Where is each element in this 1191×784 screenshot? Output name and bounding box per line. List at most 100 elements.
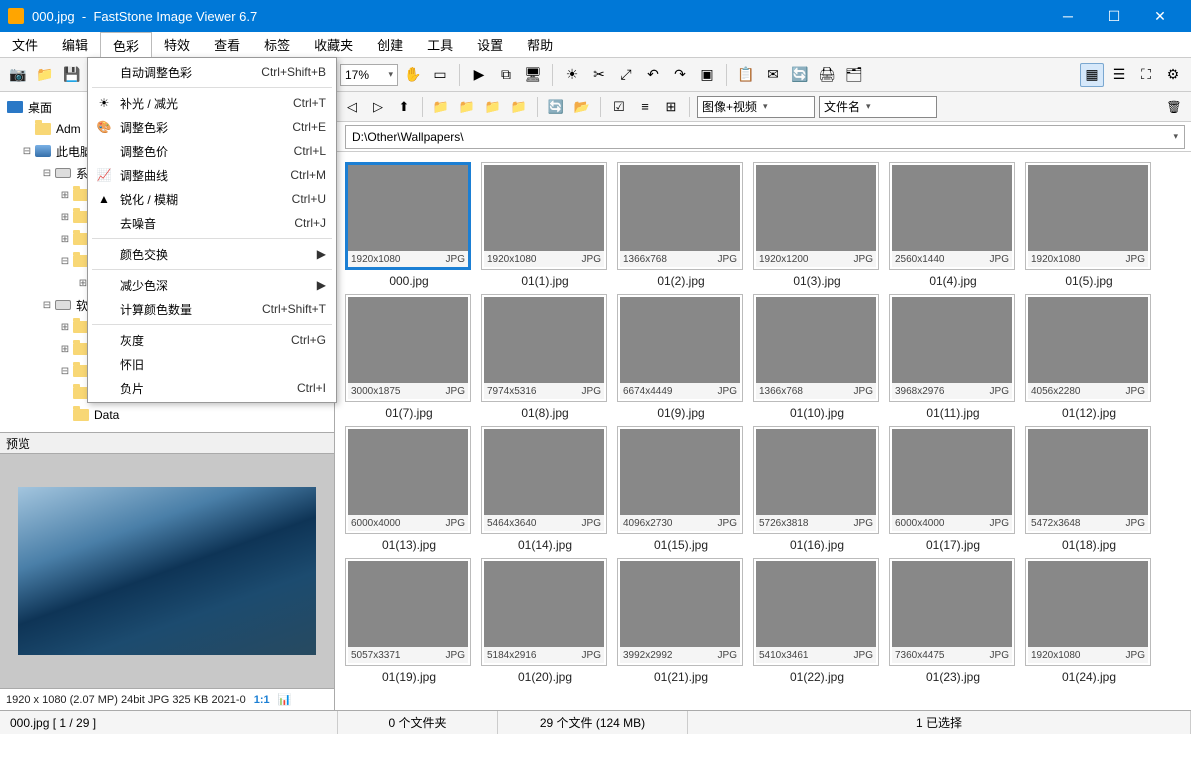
thumbnail[interactable]: 1920x1080JPG01(5).jpg <box>1025 162 1153 288</box>
email-icon[interactable]: ✉ <box>761 63 785 87</box>
view-thumbnails-icon[interactable]: ▦ <box>1080 63 1104 87</box>
thumbnail[interactable]: 5184x2916JPG01(20).jpg <box>481 558 609 684</box>
refresh-icon[interactable]: 🔄 <box>545 96 567 118</box>
compare-icon[interactable]: ⧉ <box>494 63 518 87</box>
fav2-icon[interactable]: 📁 <box>456 96 478 118</box>
zoom-combo[interactable]: 17%▾ <box>340 64 398 86</box>
view-fullscreen-icon[interactable]: ⛶ <box>1134 63 1158 87</box>
thumbnail[interactable]: 7360x4475JPG01(23).jpg <box>889 558 1017 684</box>
thumbnail[interactable]: 2560x1440JPG01(4).jpg <box>889 162 1017 288</box>
nav-back-icon[interactable]: ◁ <box>341 96 363 118</box>
tree-expand-icon[interactable]: ⊞ <box>58 322 72 333</box>
thumbnail[interactable]: 1920x1200JPG01(3).jpg <box>753 162 881 288</box>
thumbnail[interactable]: 1920x1080JPG01(24).jpg <box>1025 558 1153 684</box>
nav-up-icon[interactable]: ⬆ <box>393 96 415 118</box>
select-tool-icon[interactable]: ▭ <box>428 63 452 87</box>
thumbnail[interactable]: 3000x1875JPG01(7).jpg <box>345 294 473 420</box>
thumbnail[interactable]: 5410x3461JPG01(22).jpg <box>753 558 881 684</box>
save-icon[interactable]: 💾 <box>60 63 84 87</box>
filter-combo[interactable]: 图像+视频▾ <box>697 96 815 118</box>
thumbnail[interactable]: 4096x2730JPG01(15).jpg <box>617 426 745 552</box>
thumbnail[interactable]: 1366x768JPG01(10).jpg <box>753 294 881 420</box>
fav1-icon[interactable]: 📁 <box>430 96 452 118</box>
menuitem-减少色深[interactable]: 减少色深▶ <box>88 273 336 297</box>
minimize-button[interactable]: ─ <box>1045 0 1091 32</box>
thumbnail[interactable]: 5464x3640JPG01(14).jpg <box>481 426 609 552</box>
canvas-icon[interactable]: ▣ <box>695 63 719 87</box>
tree-node[interactable]: Data <box>0 404 334 426</box>
thumbnail[interactable]: 7974x5316JPG01(8).jpg <box>481 294 609 420</box>
thumbnail[interactable]: 6000x4000JPG01(17).jpg <box>889 426 1017 552</box>
adjust-color-icon[interactable]: ☀ <box>560 63 584 87</box>
menu-文件[interactable]: 文件 <box>0 32 50 57</box>
menu-编辑[interactable]: 编辑 <box>50 32 100 57</box>
tree-expand-icon[interactable]: ⊞ <box>58 344 72 355</box>
thumbnail[interactable]: 4056x2280JPG01(12).jpg <box>1025 294 1153 420</box>
nav-forward-icon[interactable]: ▷ <box>367 96 389 118</box>
menuitem-计算颜色数量[interactable]: 计算颜色数量Ctrl+Shift+T <box>88 297 336 321</box>
menuitem-怀旧[interactable]: 怀旧 <box>88 352 336 376</box>
fav3-icon[interactable]: 📁 <box>482 96 504 118</box>
thumbnail[interactable]: 1920x1080JPG000.jpg <box>345 162 473 288</box>
menu-帮助[interactable]: 帮助 <box>515 32 565 57</box>
sort-combo[interactable]: 文件名▾ <box>819 96 937 118</box>
menu-查看[interactable]: 查看 <box>202 32 252 57</box>
rotate-right-icon[interactable]: ↷ <box>668 63 692 87</box>
wallpaper-icon[interactable]: 🖥 <box>521 63 545 87</box>
acquire-icon[interactable]: 📷 <box>6 63 30 87</box>
thumbnail[interactable]: 3992x2992JPG01(21).jpg <box>617 558 745 684</box>
histogram-icon[interactable]: 📊 <box>278 693 292 706</box>
tree-expand-icon[interactable]: ⊟ <box>58 256 72 267</box>
menuitem-调整曲线[interactable]: 📈调整曲线Ctrl+M <box>88 163 336 187</box>
fav4-icon[interactable]: 📁 <box>508 96 530 118</box>
rotate-left-icon[interactable]: ↶ <box>641 63 665 87</box>
view-details-icon[interactable]: ☰ <box>1107 63 1131 87</box>
thumbnail[interactable]: 1366x768JPG01(2).jpg <box>617 162 745 288</box>
preview-panel[interactable] <box>0 454 334 688</box>
path-input[interactable]: D:\Other\Wallpapers\▾ <box>345 125 1185 149</box>
zoom-ratio[interactable]: 1:1 <box>254 694 270 706</box>
menuitem-自动调整色彩[interactable]: 自动调整色彩Ctrl+Shift+B <box>88 60 336 84</box>
tree-expand-icon[interactable]: ⊞ <box>58 190 72 201</box>
new-folder-icon[interactable]: 📂 <box>571 96 593 118</box>
select-all-icon[interactable]: ☑ <box>608 96 630 118</box>
menu-创建[interactable]: 创建 <box>365 32 415 57</box>
menuitem-调整色价[interactable]: 调整色价Ctrl+L <box>88 139 336 163</box>
tree-expand-icon[interactable]: ⊞ <box>58 212 72 223</box>
copy-icon[interactable]: 📋 <box>734 63 758 87</box>
thumbnail[interactable]: 3968x2976JPG01(11).jpg <box>889 294 1017 420</box>
maximize-button[interactable]: ☐ <box>1091 0 1137 32</box>
menuitem-调整色彩[interactable]: 🎨调整色彩Ctrl+E <box>88 115 336 139</box>
thumbnail[interactable]: 6000x4000JPG01(13).jpg <box>345 426 473 552</box>
list-mode-icon[interactable]: ≡ <box>634 96 656 118</box>
open-folder-icon[interactable]: 📁 <box>33 63 57 87</box>
menuitem-颜色交换[interactable]: 颜色交换▶ <box>88 242 336 266</box>
menuitem-去噪音[interactable]: 去噪音Ctrl+J <box>88 211 336 235</box>
thumb-size-icon[interactable]: ⊞ <box>660 96 682 118</box>
print-icon[interactable]: 🖨 <box>815 63 839 87</box>
menuitem-补光 / 减光[interactable]: ☀补光 / 减光Ctrl+T <box>88 91 336 115</box>
menuitem-负片[interactable]: 负片Ctrl+I <box>88 376 336 400</box>
tree-expand-icon[interactable]: ⊟ <box>20 146 34 157</box>
menu-设置[interactable]: 设置 <box>465 32 515 57</box>
thumbnail[interactable]: 5057x3371JPG01(19).jpg <box>345 558 473 684</box>
thumbnail[interactable]: 1920x1080JPG01(1).jpg <box>481 162 609 288</box>
convert-icon[interactable]: 🔄 <box>788 63 812 87</box>
close-button[interactable]: ✕ <box>1137 0 1183 32</box>
thumbnail[interactable]: 5726x3818JPG01(16).jpg <box>753 426 881 552</box>
resize-icon[interactable]: ⤢ <box>614 63 638 87</box>
thumbnail[interactable]: 6674x4449JPG01(9).jpg <box>617 294 745 420</box>
thumbnail-grid[interactable]: 1920x1080JPG000.jpg1920x1080JPG01(1).jpg… <box>335 152 1191 710</box>
tree-expand-icon[interactable]: ⊟ <box>40 300 54 311</box>
crop-icon[interactable]: ✂ <box>587 63 611 87</box>
menu-色彩[interactable]: 色彩 <box>100 32 152 57</box>
contact-sheet-icon[interactable]: 🗂 <box>842 63 866 87</box>
hand-tool-icon[interactable]: ✋ <box>401 63 425 87</box>
trash-icon[interactable]: 🗑 <box>1163 96 1185 118</box>
slideshow-icon[interactable]: ▶ <box>467 63 491 87</box>
menu-工具[interactable]: 工具 <box>415 32 465 57</box>
tree-expand-icon[interactable]: ⊞ <box>58 234 72 245</box>
thumbnail[interactable]: 5472x3648JPG01(18).jpg <box>1025 426 1153 552</box>
menu-收藏夹[interactable]: 收藏夹 <box>302 32 365 57</box>
tree-expand-icon[interactable]: ⊟ <box>40 168 54 179</box>
